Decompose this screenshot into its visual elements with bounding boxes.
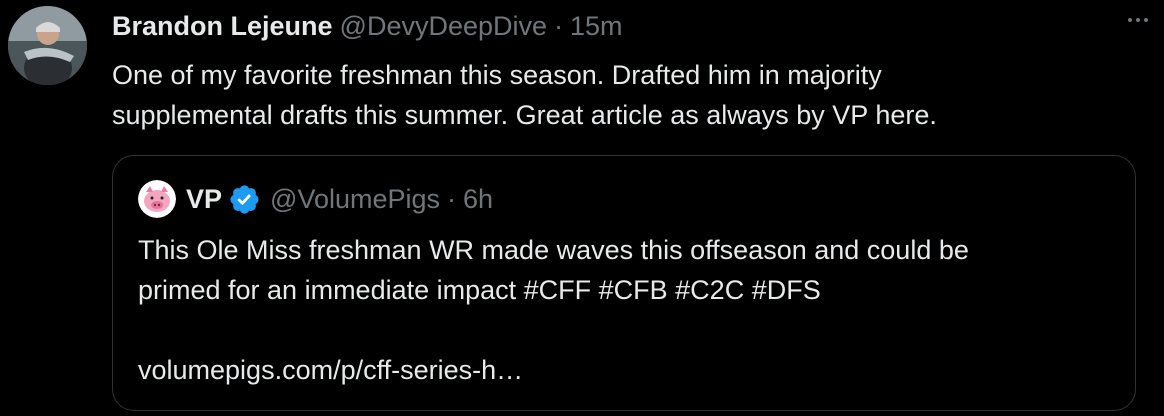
timestamp[interactable]: 15m (570, 8, 623, 44)
pig-logo-icon (138, 180, 176, 218)
quoted-tweet-text: This Ole Miss freshman WR made waves thi… (138, 235, 969, 385)
tweet-body: Brandon Lejeune @DevyDeepDive · 15m One … (112, 8, 1122, 135)
author-handle[interactable]: @DevyDeepDive (340, 8, 547, 44)
tweet-text: One of my favorite freshman this season.… (112, 60, 937, 130)
quoted-author-name[interactable]: VP (186, 184, 222, 215)
quoted-avatar[interactable] (138, 180, 176, 218)
author-name[interactable]: Brandon Lejeune (112, 8, 333, 44)
quoted-timestamp[interactable]: 6h (463, 184, 493, 215)
more-horizontal-icon[interactable] (1128, 18, 1148, 22)
tweet-header: Brandon Lejeune @DevyDeepDive · 15m (112, 8, 1122, 44)
quoted-author-handle[interactable]: @VolumePigs (270, 184, 440, 215)
quoted-separator-dot: · (447, 183, 457, 214)
quoted-header: VP @VolumePigs · 6h (186, 181, 493, 217)
quoted-tweet[interactable]: VP @VolumePigs · 6h This Ole Miss freshm… (112, 155, 1136, 411)
avatar-photo (8, 6, 87, 85)
avatar[interactable] (8, 6, 87, 85)
tweet[interactable]: Brandon Lejeune @DevyDeepDive · 15m One … (0, 0, 1164, 416)
verified-badge-icon (230, 184, 259, 214)
separator-dot: · (554, 11, 564, 41)
